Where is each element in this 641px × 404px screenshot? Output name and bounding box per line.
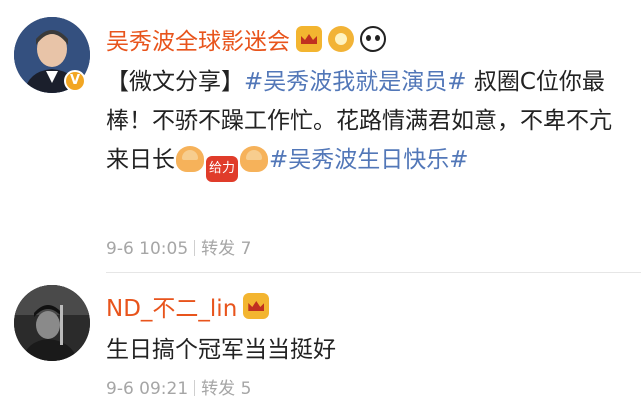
post-meta: 9-6 10:05 转发 7	[106, 234, 251, 259]
meta-divider	[194, 380, 196, 396]
author-name[interactable]: ND_不二_lin	[106, 289, 237, 323]
post-time: 9-6 10:05	[106, 239, 189, 259]
post-time: 9-6 09:21	[106, 379, 189, 399]
clap-emoji-icon	[240, 146, 268, 172]
meta-divider	[194, 240, 196, 256]
repost-button[interactable]: 转发 5	[201, 379, 251, 399]
topic-link[interactable]: #吴秀波生日快乐#	[269, 147, 469, 173]
topic-link[interactable]: #吴秀波我就是演员#	[244, 69, 467, 95]
post-content: 【微文分享】#吴秀波我就是演员# 叔圈C位你最棒！不骄不躁工作忙。花路情满君如意…	[106, 63, 626, 182]
avatar[interactable]	[14, 285, 90, 361]
author-name[interactable]: 吴秀波全球影迷会	[106, 22, 290, 56]
author-row: 吴秀波全球影迷会	[106, 22, 386, 56]
post-item: ND_不二_lin 生日搞个冠军当当挺好 9-6 09:21 转发 5	[0, 273, 641, 404]
medal-badge-icon	[328, 26, 354, 52]
crown-badge-icon	[296, 26, 322, 52]
geili-emoji-icon: 给力	[206, 156, 238, 182]
avatar-portrait	[14, 285, 90, 361]
post-content: 生日搞个冠军当当挺好	[106, 337, 336, 363]
post-meta: 9-6 09:21 转发 5	[106, 374, 251, 399]
panda-badge-icon	[360, 26, 386, 52]
verified-icon: V	[64, 70, 86, 92]
repost-button[interactable]: 转发 7	[201, 239, 251, 259]
crown-badge-icon	[243, 293, 270, 319]
author-row: ND_不二_lin	[106, 289, 270, 323]
content-lead: 【微文分享】	[106, 69, 244, 95]
clap-emoji-icon	[176, 146, 204, 172]
post-item: V 吴秀波全球影迷会 【微文分享】#吴秀波我就是演员# 叔圈C位你最棒！不骄不躁…	[0, 0, 641, 272]
